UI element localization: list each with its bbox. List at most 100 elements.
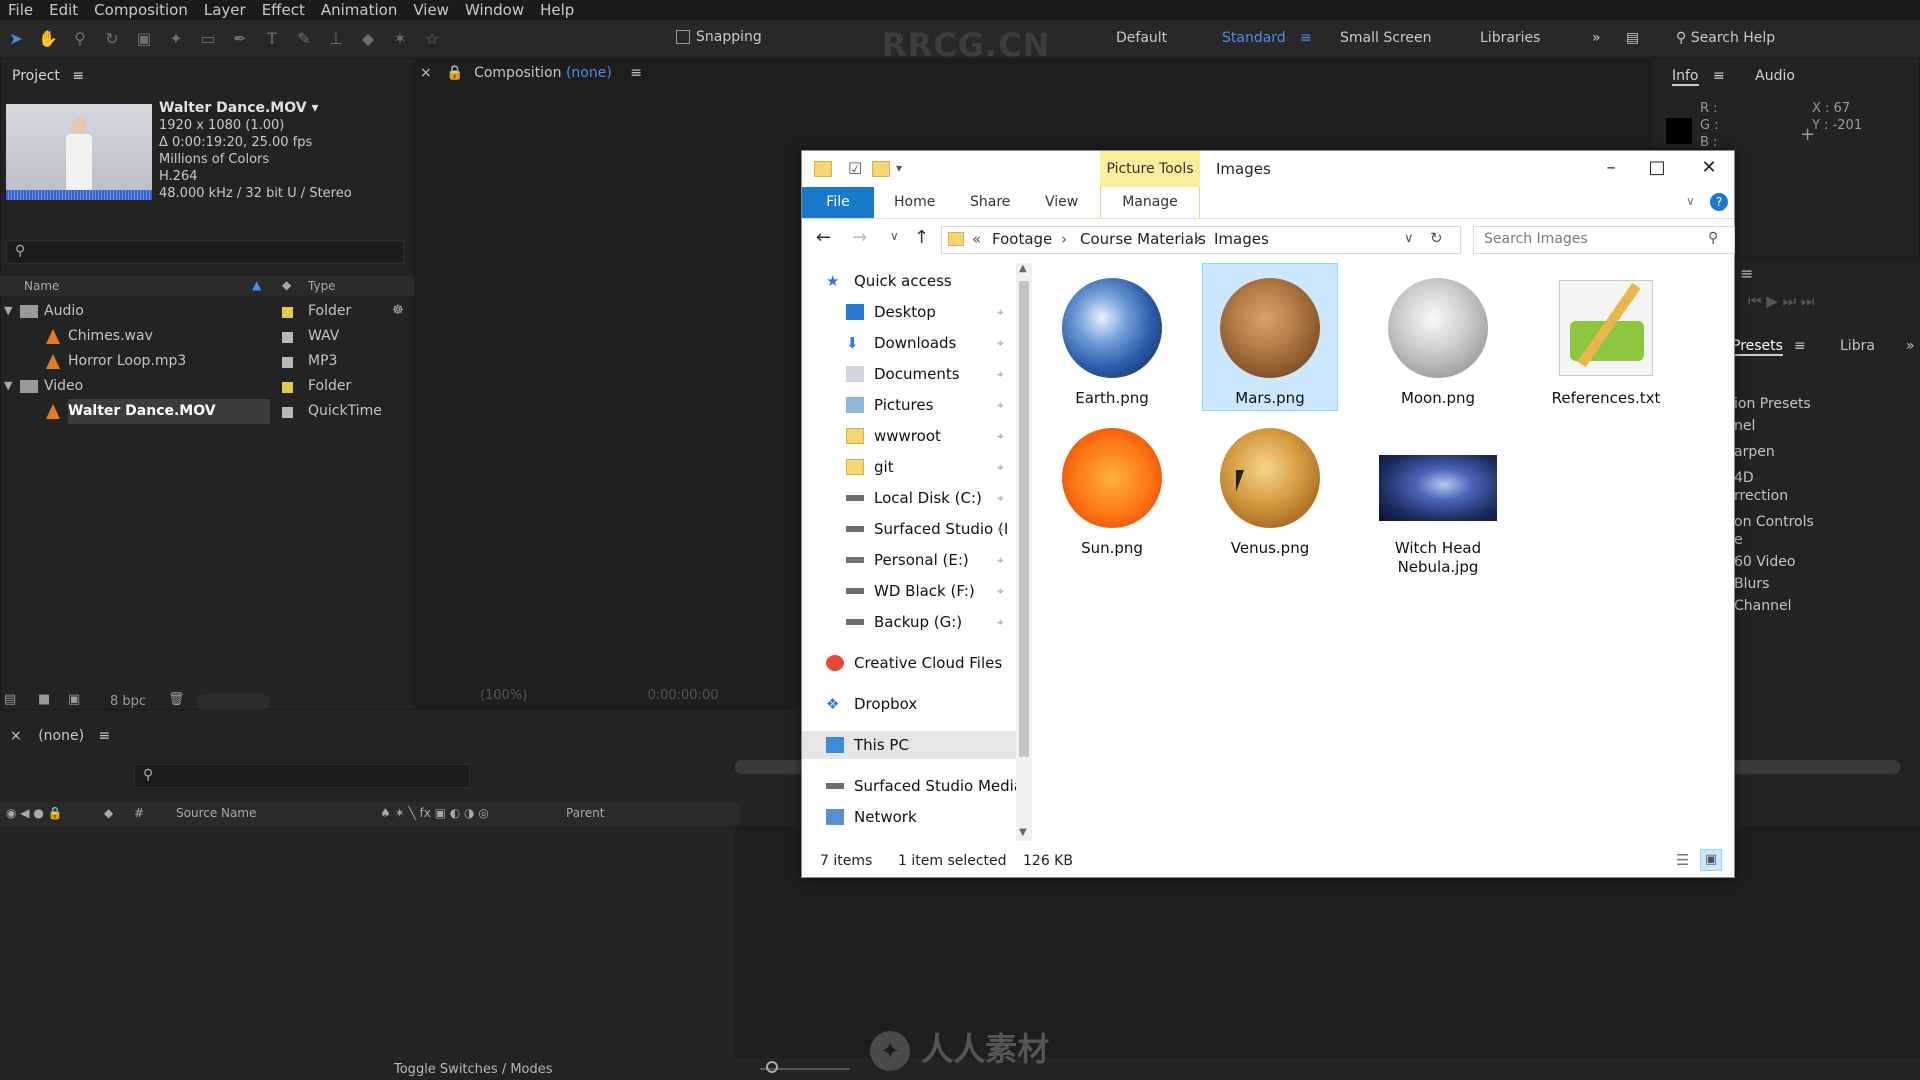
composition-tab[interactable]: × 🔒 Composition (none) ≡ bbox=[420, 65, 642, 81]
project-item-file[interactable]: Horror Loop.mp3 MP3 bbox=[0, 349, 414, 374]
preview-controls[interactable]: ⏮ ▶ ⏭ ⏭ bbox=[1748, 292, 1814, 310]
more-tabs-icon[interactable]: » bbox=[1906, 338, 1915, 354]
panel-menu-icon[interactable]: ≡ bbox=[1713, 68, 1725, 84]
nav-item[interactable]: Network bbox=[826, 803, 917, 831]
roto-brush-tool-icon[interactable]: ✶ bbox=[389, 27, 411, 49]
source-name-column[interactable]: Source Name bbox=[176, 806, 256, 820]
pin-icon[interactable]: ⌖ bbox=[997, 336, 1004, 351]
recent-locations-icon[interactable]: ∨ bbox=[890, 229, 899, 243]
pin-icon[interactable]: ⌖ bbox=[997, 367, 1004, 382]
bit-depth-button[interactable]: 8 bpc bbox=[110, 694, 146, 709]
type-column-header[interactable]: Type bbox=[308, 279, 336, 293]
help-icon[interactable]: ? bbox=[1710, 193, 1728, 211]
label-color-swatch[interactable] bbox=[282, 357, 293, 368]
scroll-down-icon[interactable]: ▼ bbox=[1019, 827, 1027, 838]
workspace-layout-icon[interactable]: ▤ bbox=[1626, 20, 1639, 56]
hand-tool-icon[interactable]: ✋ bbox=[37, 27, 59, 49]
nav-item[interactable]: This PC bbox=[802, 731, 1016, 759]
new-folder-icon[interactable] bbox=[872, 161, 890, 177]
menu-animation[interactable]: Animation bbox=[313, 0, 405, 20]
menu-file[interactable]: File bbox=[0, 0, 41, 20]
file-item[interactable]: Earth.png bbox=[1044, 263, 1180, 408]
pin-icon[interactable]: ⌖ bbox=[997, 305, 1004, 320]
file-item[interactable]: Mars.png bbox=[1202, 263, 1338, 411]
comp-timecode[interactable]: 0:00:00:00 bbox=[647, 688, 718, 703]
switches-icons[interactable]: ♠ ✶ ╲ fx ▣ ◐ ◑ ◎ bbox=[380, 806, 489, 820]
disclosure-triangle-icon[interactable]: ▼ bbox=[4, 379, 12, 392]
large-icons-view-icon[interactable]: ▣ bbox=[1700, 849, 1722, 871]
nav-item[interactable]: ★ Quick access bbox=[826, 267, 952, 295]
brush-tool-icon[interactable]: ✎ bbox=[293, 27, 315, 49]
toggle-switches-modes-button[interactable]: Toggle Switches / Modes bbox=[394, 1062, 553, 1077]
search-help-field[interactable]: ⚲ Search Help bbox=[1676, 20, 1775, 56]
zoom-tool-icon[interactable]: ⚲ bbox=[69, 27, 91, 49]
address-dropdown-icon[interactable]: ∨ bbox=[1404, 231, 1414, 246]
project-item-file[interactable]: Walter Dance.MOV QuickTime bbox=[0, 399, 414, 424]
label-column-icon[interactable]: ◆ bbox=[104, 806, 113, 820]
panel-menu-icon[interactable]: ≡ bbox=[1794, 338, 1806, 354]
project-item-folder[interactable]: ▼ Audio Folder ☸ bbox=[0, 299, 414, 324]
nav-item[interactable]: wwwroot bbox=[846, 422, 941, 450]
nav-item[interactable]: Pictures bbox=[846, 391, 933, 419]
tab-audio[interactable]: Audio bbox=[1755, 68, 1795, 84]
rotate-tool-icon[interactable]: ↻ bbox=[101, 27, 123, 49]
breadcrumb-footage[interactable]: Footage bbox=[992, 230, 1052, 248]
trash-icon[interactable]: 🗑 bbox=[168, 692, 185, 707]
workspace-standard[interactable]: Standard bbox=[1222, 20, 1286, 56]
panel-menu-icon[interactable]: ≡ bbox=[630, 65, 642, 81]
pan-behind-tool-icon[interactable]: ✦ bbox=[165, 27, 187, 49]
tab-file[interactable]: File bbox=[802, 187, 874, 218]
thumbnail-scroll-bar[interactable] bbox=[196, 694, 270, 710]
more-workspaces-icon[interactable]: » bbox=[1592, 20, 1601, 56]
tab-share[interactable]: Share bbox=[970, 187, 1010, 218]
pin-icon[interactable]: ⌖ bbox=[997, 398, 1004, 413]
minimize-icon[interactable]: – bbox=[1588, 151, 1634, 185]
navigation-scrollbar[interactable]: ▲ ▼ bbox=[1016, 263, 1032, 841]
back-arrow-icon[interactable]: ← bbox=[816, 227, 831, 248]
effects-category[interactable]: Blurs bbox=[1734, 576, 1769, 592]
effects-category[interactable]: 60 Video bbox=[1734, 554, 1796, 570]
maximize-icon[interactable]: □ bbox=[1634, 151, 1680, 185]
address-bar[interactable]: « Footage › Course Materials › Images ∨ … bbox=[941, 226, 1461, 254]
project-search-input[interactable]: ⚲ bbox=[6, 240, 404, 264]
nav-item[interactable]: git bbox=[846, 453, 894, 481]
tab-home[interactable]: Home bbox=[894, 187, 935, 218]
timeline-tab[interactable]: × (none) ≡ bbox=[10, 728, 110, 744]
pen-tool-icon[interactable]: ✒ bbox=[229, 27, 251, 49]
clip-name[interactable]: Walter Dance.MOV ▾ bbox=[159, 100, 352, 117]
breadcrumb-course-materials[interactable]: Course Materials bbox=[1080, 230, 1206, 248]
zoom-level[interactable]: (100%) bbox=[480, 688, 527, 703]
number-column-header[interactable]: # bbox=[134, 806, 144, 820]
interpret-footage-icon[interactable]: ▤ bbox=[4, 692, 16, 707]
pin-icon[interactable]: ⌖ bbox=[997, 522, 1004, 537]
effects-category[interactable]: Channel bbox=[1734, 598, 1791, 614]
close-tab-icon[interactable]: × bbox=[10, 728, 22, 744]
label-color-swatch[interactable] bbox=[282, 307, 293, 318]
puppet-tool-icon[interactable]: ☆ bbox=[421, 27, 443, 49]
panel-menu-icon[interactable]: ≡ bbox=[99, 728, 111, 744]
pin-icon[interactable]: ⌖ bbox=[997, 491, 1004, 506]
panel-menu-icon[interactable]: ≡ bbox=[72, 68, 84, 84]
workspace-libraries[interactable]: Libraries bbox=[1480, 20, 1540, 56]
tab-effects-presets[interactable]: Presets bbox=[1732, 338, 1783, 356]
parent-column[interactable]: Parent bbox=[566, 806, 604, 820]
timeline-search-input[interactable]: ⚲ bbox=[134, 764, 470, 788]
nav-item[interactable]: Surfaced Studio (I bbox=[846, 515, 1008, 543]
tab-libraries[interactable]: Libra bbox=[1840, 338, 1875, 354]
effects-category[interactable]: e bbox=[1734, 532, 1743, 548]
details-view-icon[interactable]: ☰ bbox=[1676, 851, 1689, 869]
label-color-swatch[interactable] bbox=[282, 382, 293, 393]
disclosure-triangle-icon[interactable]: ▼ bbox=[4, 304, 12, 317]
label-color-swatch[interactable] bbox=[282, 332, 293, 343]
file-item[interactable]: Witch Head Nebula.jpg bbox=[1370, 413, 1506, 577]
workspace-default[interactable]: Default bbox=[1116, 20, 1167, 56]
label-color-swatch[interactable] bbox=[282, 407, 293, 418]
pin-icon[interactable]: ⌖ bbox=[997, 429, 1004, 444]
menu-help[interactable]: Help bbox=[532, 0, 582, 20]
pin-icon[interactable]: ⌖ bbox=[997, 584, 1004, 599]
rectangle-tool-icon[interactable]: ▭ bbox=[197, 27, 219, 49]
pin-icon[interactable]: ⌖ bbox=[997, 553, 1004, 568]
clone-stamp-tool-icon[interactable]: ⊥ bbox=[325, 27, 347, 49]
tab-info[interactable]: Info bbox=[1672, 68, 1699, 86]
menu-view[interactable]: View bbox=[405, 0, 457, 20]
